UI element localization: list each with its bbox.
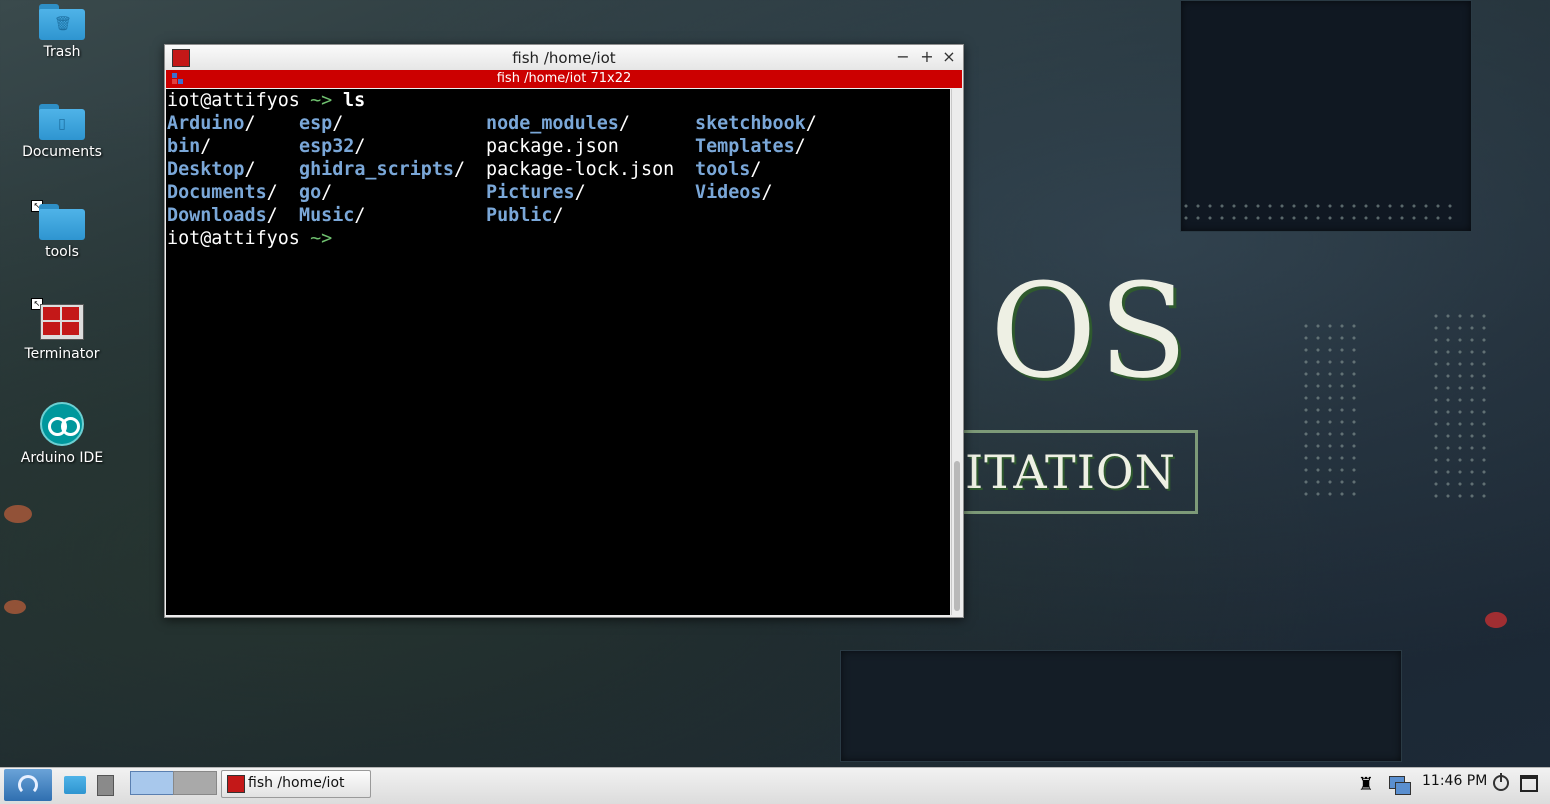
terminal-scrollbar[interactable] <box>951 89 962 615</box>
ls-entry-directory: sketchbook/ <box>695 113 817 134</box>
prompt-command: ls <box>343 90 366 111</box>
ls-entry-directory: go/ <box>299 182 333 203</box>
wallpaper-tag: ITATION <box>965 445 1176 499</box>
ls-entry-directory: esp/ <box>299 113 344 134</box>
wallpaper-pad <box>4 505 32 523</box>
taskbar-button-fish[interactable]: fish /home/iot <box>221 770 371 798</box>
desktop-icon <box>97 775 114 796</box>
ls-row: bin/esp32/package.json Templates/ <box>166 135 950 158</box>
ls-entry-directory: Documents/ <box>167 182 278 203</box>
prompt-path: ~> <box>299 90 344 111</box>
ls-listing: Arduino/esp/node_modules/sketchbook/bin/… <box>166 112 950 227</box>
prompt-user: iot@attifyos <box>167 228 300 249</box>
terminator-icon: ↖ <box>31 298 85 342</box>
window-title: fish /home/iot <box>512 49 616 67</box>
documents-folder-icon: ▯ <box>39 104 85 140</box>
wallpaper-pins <box>1180 200 1460 224</box>
ls-entry-directory: Templates/ <box>695 136 806 157</box>
ls-entry-directory: Arduino/ <box>167 113 256 134</box>
desktop-icon-trash[interactable]: 🗑 Trash <box>12 4 112 60</box>
wallpaper-logo: OS <box>990 255 1190 407</box>
arduino-icon <box>40 402 84 446</box>
taskbar: fish /home/iot ♜ 11:46 PM <box>0 767 1550 804</box>
prompt-line: iot@attifyos ~> ls <box>166 89 950 112</box>
ls-row: Desktop/ghidra_scripts/package-lock.json… <box>166 158 950 181</box>
ls-entry-file: package.json <box>486 136 619 157</box>
ls-entry-directory: Videos/ <box>695 182 773 203</box>
maximize-button[interactable]: + <box>917 47 937 67</box>
ls-entry-directory: Public/ <box>486 205 564 226</box>
terminal-tab-title: fish /home/iot 71x22 <box>496 71 632 86</box>
clock[interactable]: 11:46 PM <box>1422 773 1487 789</box>
desktop-icon-label: Documents <box>22 144 102 160</box>
workspace-1[interactable] <box>130 771 174 795</box>
desktop-icon-label: Terminator <box>24 346 100 362</box>
terminator-icon <box>227 775 245 793</box>
start-menu-button[interactable] <box>4 769 52 801</box>
prompt-path: ~> <box>299 228 344 249</box>
terminal-tab-bar[interactable]: fish /home/iot 71x22 <box>166 70 962 88</box>
ls-entry-directory: Pictures/ <box>486 182 586 203</box>
desktop-icon-terminator[interactable]: ↖ Terminator <box>12 298 112 362</box>
desktop-icon-documents[interactable]: ▯ Documents <box>12 104 112 160</box>
prompt-line: iot@attifyos ~> <box>166 227 950 250</box>
ls-entry-directory: Desktop/ <box>167 159 256 180</box>
ls-entry-directory: ghidra_scripts/ <box>299 159 466 180</box>
updates-tray-icon[interactable]: ♜ <box>1355 772 1377 798</box>
ls-entry-directory: tools/ <box>695 159 762 180</box>
taskbar-button-label: fish /home/iot <box>248 775 345 791</box>
trash-icon: 🗑 <box>39 4 85 40</box>
workspace-2[interactable] <box>173 771 217 795</box>
ls-entry-directory: esp32/ <box>299 136 366 157</box>
ls-entry-directory: Music/ <box>299 205 366 226</box>
window-titlebar[interactable]: fish /home/iot − + × <box>165 45 963 70</box>
terminal-output[interactable]: iot@attifyos ~> ls Arduino/esp/node_modu… <box>166 89 950 615</box>
desktop-icon-tools[interactable]: ↖ tools <box>12 200 112 260</box>
desktop-icon-label: Trash <box>43 44 81 60</box>
power-button[interactable] <box>1491 772 1513 798</box>
desktop-icon-label: tools <box>45 244 79 260</box>
ls-entry-directory: node_modules/ <box>486 113 630 134</box>
wallpaper-pins <box>1300 320 1360 500</box>
wallpaper-led <box>1485 612 1507 628</box>
ls-entry-directory: bin/ <box>167 136 212 157</box>
window-list-button[interactable] <box>1519 772 1541 798</box>
close-button[interactable]: × <box>939 47 959 67</box>
wallpaper-chip <box>840 650 1402 762</box>
wallpaper-pins <box>1430 310 1490 500</box>
ls-entry-directory: Downloads/ <box>167 205 278 226</box>
prompt-user: iot@attifyos <box>167 90 300 111</box>
desktop-icon-arduino-ide[interactable]: Arduino IDE <box>12 402 112 466</box>
window-icon <box>1520 775 1538 792</box>
desktop-icon-label: Arduino IDE <box>20 450 104 466</box>
file-manager-launcher[interactable] <box>62 772 88 798</box>
wallpaper-chip <box>1180 0 1472 232</box>
wallpaper-pad <box>4 600 26 614</box>
scrollbar-thumb[interactable] <box>954 461 960 611</box>
terminal-window[interactable]: fish /home/iot − + × fish /home/iot 71x2… <box>164 44 964 618</box>
network-tray-icon[interactable] <box>1387 772 1411 798</box>
folder-icon: ↖ <box>31 200 85 240</box>
minimize-button[interactable]: − <box>893 47 913 67</box>
start-menu-icon <box>18 775 38 795</box>
ls-row: Arduino/esp/node_modules/sketchbook/ <box>166 112 950 135</box>
folder-icon <box>64 776 86 794</box>
ls-row: Downloads/Music/Public/ <box>166 204 950 227</box>
ls-entry-file: package-lock.json <box>486 159 675 180</box>
show-desktop-button[interactable] <box>94 772 116 798</box>
ls-row: Documents/go/Pictures/Videos/ <box>166 181 950 204</box>
